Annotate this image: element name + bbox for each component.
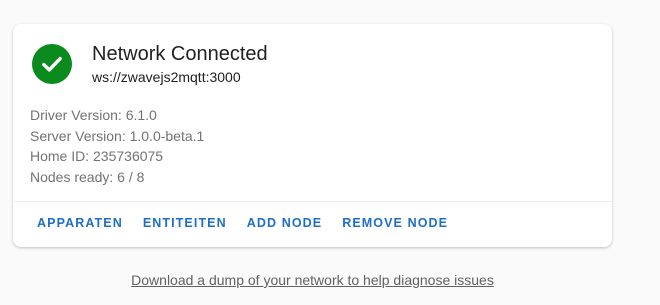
add-node-button[interactable]: ADD NODE — [240, 210, 329, 236]
status-header: Network Connected ws://zwavejs2mqtt:3000 — [32, 42, 268, 86]
apparaten-button[interactable]: APPARATEN — [30, 210, 130, 236]
remove-node-button[interactable]: REMOVE NODE — [335, 210, 455, 236]
card-actions: APPARATEN ENTITEITEN ADD NODE REMOVE NOD… — [30, 210, 461, 236]
network-info: Driver Version: 6.1.0 Server Version: 1.… — [30, 105, 204, 187]
check-circle-icon — [32, 44, 72, 84]
status-text: Network Connected ws://zwavejs2mqtt:3000 — [92, 42, 268, 86]
network-status-card: Network Connected ws://zwavejs2mqtt:3000… — [13, 24, 612, 247]
divider — [13, 201, 612, 202]
server-url: ws://zwavejs2mqtt:3000 — [92, 69, 241, 85]
driver-version: Driver Version: 6.1.0 — [30, 107, 157, 123]
status-title: Network Connected — [92, 43, 268, 65]
entiteiten-button[interactable]: ENTITEITEN — [136, 210, 234, 236]
nodes-ready: Nodes ready: 6 / 8 — [30, 168, 145, 185]
home-id: Home ID: 235736075 — [30, 148, 164, 164]
download-dump-link[interactable]: Download a dump of your network to help … — [0, 272, 625, 288]
server-version: Server Version: 1.0.0-beta.1 — [30, 127, 205, 144]
